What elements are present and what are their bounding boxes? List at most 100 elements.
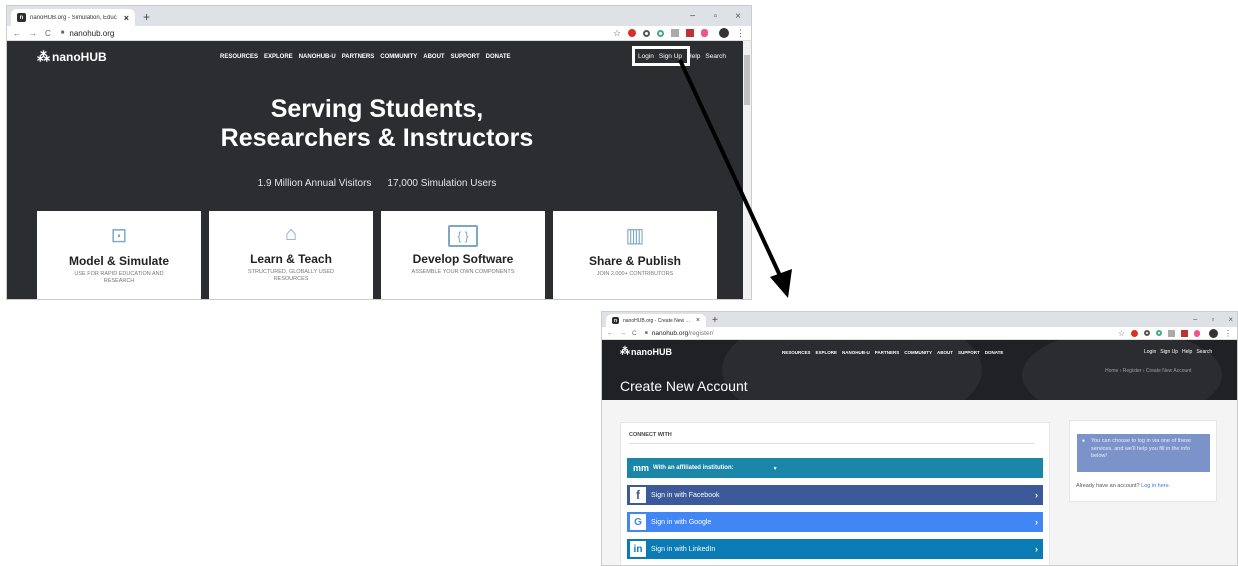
top-omnibox-bar: ← → C ■ nanohub.org ☆ ⋮ xyxy=(7,26,751,41)
card-title: Model & Simulate xyxy=(68,254,169,268)
hero-title: Serving Students, Researchers & Instruct… xyxy=(7,95,747,153)
help-link[interactable]: Help xyxy=(1182,349,1192,355)
arrow-connector xyxy=(678,59,792,298)
site-logo[interactable]: ⁂ nanoHUB xyxy=(620,346,672,357)
address-bar[interactable]: ■ nanohub.org /register/ xyxy=(645,330,714,337)
new-tab-button[interactable]: + xyxy=(143,10,150,24)
adblock-icon[interactable] xyxy=(1131,329,1138,337)
nav-donate[interactable]: DONATE xyxy=(985,350,1004,355)
header-background-shape xyxy=(722,340,982,400)
forward-icon[interactable]: → xyxy=(620,330,627,337)
code-window-icon: { } xyxy=(448,225,478,247)
tab-close-icon[interactable]: × xyxy=(124,13,129,23)
nav-support[interactable]: SUPPORT xyxy=(958,350,980,355)
card-desc: STRUCTURED, GLOBALLY USED RESOURCES xyxy=(248,269,334,282)
close-window-icon[interactable]: × xyxy=(735,11,741,22)
card-model-simulate[interactable]: ⊡ Model & Simulate USE FOR RAPID EDUCATI… xyxy=(37,211,201,299)
already-text: Already have an account? xyxy=(1076,483,1140,489)
register-header: ⁂ nanoHUB RESOURCES EXPLORE NANOHUB-U PA… xyxy=(602,340,1237,400)
nav-resources[interactable]: RESOURCES xyxy=(782,350,811,355)
nav-resources[interactable]: RESOURCES xyxy=(220,54,258,60)
stat-visitors: 1.9 Million Annual Visitors xyxy=(257,178,372,189)
linkedin-icon: in xyxy=(630,541,646,557)
hero-line-2: Researchers & Instructors xyxy=(220,123,534,152)
nav-partners[interactable]: PARTNERS xyxy=(342,54,375,60)
extension-icon[interactable] xyxy=(1194,329,1200,337)
facebook-icon: f xyxy=(630,487,646,503)
url-host: nanohub.org xyxy=(651,329,689,337)
extension-icon[interactable] xyxy=(1181,329,1188,337)
provider-label: Sign in with LinkedIn xyxy=(651,545,716,553)
top-site: ⁂ nanoHUB RESOURCES EXPLORE NANOHUB-U PA… xyxy=(7,41,751,299)
card-learn-teach[interactable]: ⌂ Learn & Teach STRUCTURED, GLOBALLY USE… xyxy=(209,211,373,299)
nav-support[interactable]: SUPPORT xyxy=(451,54,480,60)
new-tab-button[interactable]: + xyxy=(712,315,718,326)
reload-icon[interactable]: C xyxy=(45,29,51,38)
provider-label: With an affiliated institution: xyxy=(653,465,734,471)
extensions-bar: ☆ ⋮ xyxy=(613,28,745,39)
url-text: nanohub.org xyxy=(69,28,115,38)
monitor-icon: ⊡ xyxy=(110,225,128,247)
address-bar[interactable]: ■ nanohub.org xyxy=(61,29,115,38)
reload-icon[interactable]: C xyxy=(632,330,637,337)
extension-icon[interactable] xyxy=(657,29,664,37)
extension-icon[interactable] xyxy=(643,29,650,37)
nav-explore[interactable]: EXPLORE xyxy=(816,350,838,355)
menu-kebab-icon[interactable]: ⋮ xyxy=(1224,329,1232,338)
maximize-icon[interactable]: ▫ xyxy=(1211,315,1214,324)
login-link[interactable]: Login xyxy=(1144,349,1156,355)
extension-icon[interactable] xyxy=(1168,329,1175,337)
bottom-tabstrip: n nanoHUB.org - Create New Acc × + − ▫ × xyxy=(602,312,1237,327)
chevron-right-icon: › xyxy=(1035,490,1038,500)
linkedin-login-button[interactable]: in Sign in with LinkedIn › xyxy=(627,539,1043,559)
nav-explore[interactable]: EXPLORE xyxy=(264,54,293,60)
nav-nanohub-u[interactable]: NANOHUB-U xyxy=(842,350,870,355)
bottom-tab[interactable]: n nanoHUB.org - Create New Acc × xyxy=(606,314,706,327)
nav-about[interactable]: ABOUT xyxy=(937,350,953,355)
site-logo[interactable]: ⁂ nanoHUB xyxy=(37,49,107,65)
nav-donate[interactable]: DONATE xyxy=(486,54,511,60)
forward-icon[interactable]: → xyxy=(29,29,37,38)
back-icon[interactable]: ← xyxy=(607,330,614,337)
search-link[interactable]: Search xyxy=(1196,349,1212,355)
top-tab[interactable]: n nanoHUB.org - Simulation, Educ × xyxy=(11,9,135,26)
provider-label: Sign in with Google xyxy=(651,518,712,526)
extension-icon[interactable] xyxy=(671,29,679,37)
extension-icon[interactable] xyxy=(686,29,694,37)
nanohub-favicon-icon: n xyxy=(612,317,619,324)
profile-avatar-icon[interactable] xyxy=(1209,328,1218,338)
minimize-icon[interactable]: − xyxy=(1193,315,1198,324)
minimize-icon[interactable]: − xyxy=(690,11,696,22)
back-icon[interactable]: ← xyxy=(13,29,21,38)
nav-community[interactable]: COMMUNITY xyxy=(904,350,932,355)
nav-about[interactable]: ABOUT xyxy=(423,54,444,60)
bookmark-star-icon[interactable]: ☆ xyxy=(1118,329,1125,338)
adblock-icon[interactable] xyxy=(628,29,636,37)
maximize-icon[interactable]: ▫ xyxy=(714,11,718,22)
extension-icon[interactable] xyxy=(1156,330,1162,336)
extension-icon[interactable] xyxy=(1144,330,1150,336)
profile-avatar-icon[interactable] xyxy=(719,28,729,38)
menu-kebab-icon[interactable]: ⋮ xyxy=(736,28,745,39)
signup-link[interactable]: Sign Up xyxy=(1160,349,1178,355)
card-title: Learn & Teach xyxy=(250,252,332,266)
tab-close-icon[interactable]: × xyxy=(696,317,700,324)
stat-users: 17,000 Simulation Users xyxy=(387,178,497,189)
nav-partners[interactable]: PARTNERS xyxy=(875,350,899,355)
extension-icon[interactable] xyxy=(701,29,708,37)
institution-login-button[interactable]: mm With an affiliated institution: ▾ xyxy=(627,458,1043,478)
bookmark-star-icon[interactable]: ☆ xyxy=(613,28,621,39)
nav-nanohub-u[interactable]: NANOHUB-U xyxy=(299,54,336,60)
card-develop-software[interactable]: { } Develop Software ASSEMBLE YOUR OWN C… xyxy=(381,211,545,299)
chevron-down-icon[interactable]: ▾ xyxy=(774,465,777,472)
login-here-link[interactable]: Log in here. xyxy=(1141,483,1170,489)
facebook-login-button[interactable]: f Sign in with Facebook › xyxy=(627,485,1043,505)
close-window-icon[interactable]: × xyxy=(1228,315,1233,324)
nav-community[interactable]: COMMUNITY xyxy=(380,54,417,60)
hero-line-1: Serving Students, xyxy=(270,95,484,123)
bottom-omnibox-bar: ← → C ■ nanohub.org /register/ ☆ ⋮ xyxy=(602,327,1237,340)
nanohub-favicon-icon: n xyxy=(17,13,26,22)
google-login-button[interactable]: G Sign in with Google › xyxy=(627,512,1043,532)
window-controls: − ▫ × xyxy=(1193,315,1237,327)
lock-icon: ■ xyxy=(644,330,648,336)
